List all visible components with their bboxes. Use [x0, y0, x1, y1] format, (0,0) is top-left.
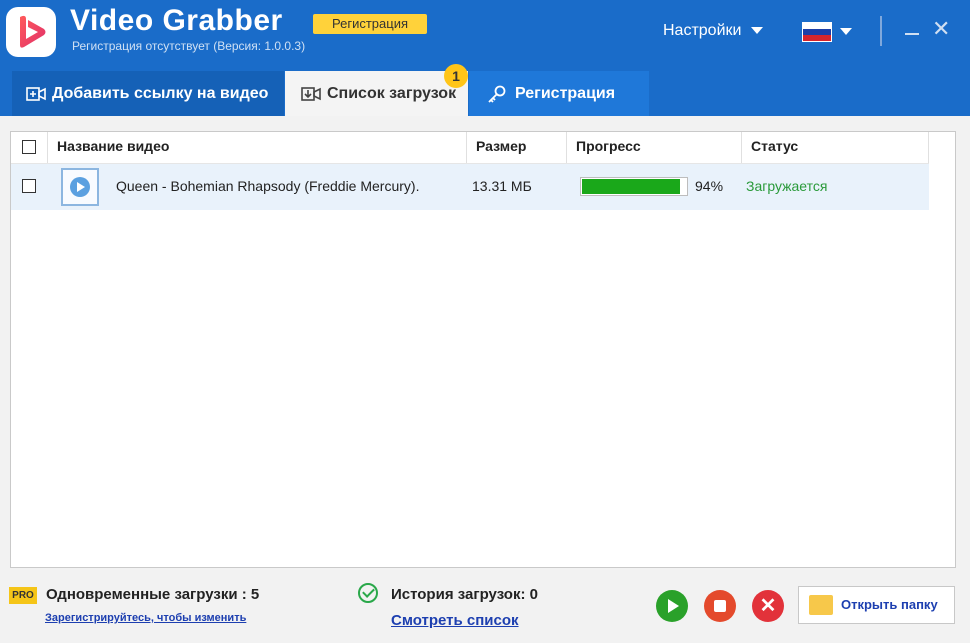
progress-bar-fill: [582, 179, 680, 194]
status-text: Загружается: [746, 178, 828, 194]
header-status[interactable]: Статус: [751, 132, 798, 163]
stop-button[interactable]: [704, 590, 736, 622]
table-row[interactable]: Queen - Bohemian Rhapsody (Freddie Mercu…: [11, 164, 929, 210]
check-circle-icon: [358, 583, 378, 603]
tab-download-list[interactable]: Список загрузок: [285, 71, 468, 116]
video-title: Queen - Bohemian Rhapsody (Freddie Mercu…: [116, 178, 420, 194]
cancel-button[interactable]: ✕: [752, 590, 784, 622]
video-size: 13.31 МБ: [472, 178, 532, 194]
progress-percent: 94%: [695, 178, 724, 194]
row-checkbox[interactable]: [22, 179, 36, 193]
key-icon: [488, 85, 506, 103]
header-progress[interactable]: Прогресс: [576, 132, 641, 163]
open-folder-label: Открыть папку: [841, 597, 938, 612]
tab-add-link[interactable]: Добавить ссылку на видео: [12, 71, 284, 116]
view-list-link[interactable]: Смотреть список: [391, 612, 519, 629]
download-list-panel: Название видео Размер Прогресс Статус Qu…: [10, 131, 956, 568]
download-list-icon: [301, 87, 321, 101]
app-title: Video Grabber: [70, 4, 283, 37]
close-icon[interactable]: ✕: [932, 18, 950, 40]
settings-menu[interactable]: Настройки: [663, 22, 764, 40]
header-divider: [880, 16, 882, 46]
tab-bar: Добавить ссылку на видео Список загрузок…: [0, 71, 970, 116]
register-to-change-link[interactable]: Зарегистрируйтесь, чтобы изменить: [45, 612, 246, 624]
header-size[interactable]: Размер: [476, 132, 526, 163]
tab-registration-label: Регистрация: [515, 85, 616, 102]
footer-bar: PRO Одновременные загрузки : 5 Зарегистр…: [0, 568, 970, 643]
registration-badge[interactable]: Регистрация: [313, 14, 427, 34]
add-video-icon: [26, 87, 46, 101]
video-grabber-logo-icon: [6, 7, 56, 57]
version-subtitle: Регистрация отсутствует (Версия: 1.0.0.3…: [72, 39, 306, 53]
tab-add-link-label: Добавить ссылку на видео: [52, 85, 269, 102]
app-header: Video Grabber Регистрация Регистрация от…: [0, 0, 970, 116]
folder-icon: [809, 595, 833, 615]
open-folder-button[interactable]: Открыть папку: [798, 586, 955, 624]
language-chevron-down-icon[interactable]: [840, 28, 852, 35]
video-play-icon: [61, 168, 99, 206]
pro-badge: PRO: [9, 587, 37, 604]
progress-bar: [580, 177, 688, 196]
chevron-down-icon: [751, 27, 764, 35]
russia-flag-icon[interactable]: [802, 22, 832, 42]
select-all-checkbox[interactable]: [22, 140, 36, 154]
tab-registration[interactable]: Регистрация: [469, 71, 649, 116]
start-button[interactable]: [656, 590, 688, 622]
minimize-icon[interactable]: [905, 33, 919, 35]
tab-download-list-label: Список загрузок: [327, 85, 457, 102]
download-count-badge: 1: [444, 64, 468, 88]
table-header: Название видео Размер Прогресс Статус: [11, 132, 929, 164]
concurrent-downloads-label: Одновременные загрузки : 5: [46, 586, 260, 603]
header-name[interactable]: Название видео: [57, 132, 169, 163]
settings-label: Настройки: [663, 22, 742, 39]
download-history-label: История загрузок: 0: [391, 586, 538, 603]
